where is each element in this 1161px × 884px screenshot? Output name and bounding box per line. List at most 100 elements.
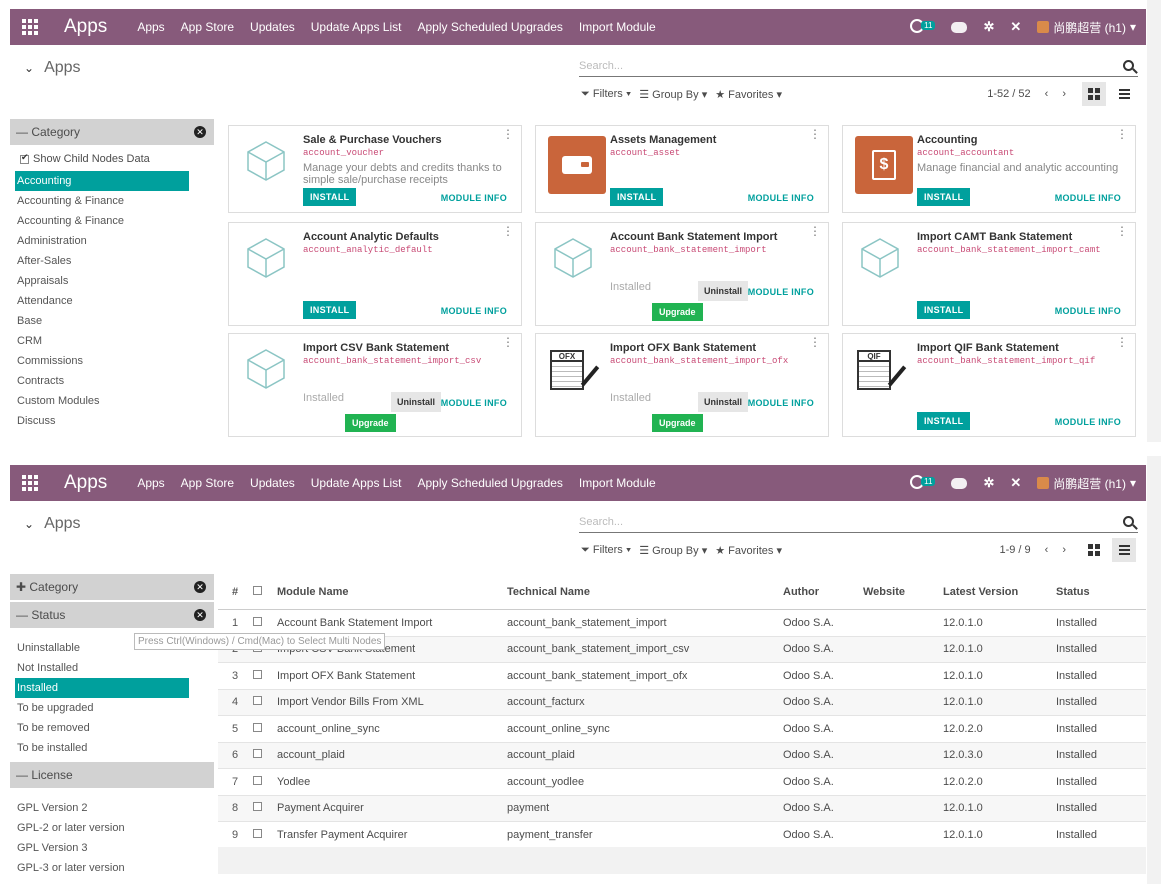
- upgrade-button[interactable]: Upgrade: [345, 414, 396, 432]
- sidebar-item-to-be-upgraded[interactable]: To be upgraded: [10, 698, 214, 718]
- uninstall-button[interactable]: Uninstall: [698, 392, 749, 412]
- menu-import-module[interactable]: Import Module: [579, 20, 656, 34]
- chat-icon[interactable]: [951, 477, 968, 489]
- sidebar-item[interactable]: Administration: [10, 231, 214, 251]
- kanban-view-button[interactable]: [1082, 538, 1106, 562]
- menu-update-apps-list[interactable]: Update Apps List: [311, 20, 402, 34]
- module-info-button[interactable]: MODULE INFO: [748, 287, 814, 297]
- col-module-name[interactable]: Module Name: [267, 586, 507, 598]
- pager-previous-icon[interactable]: ‹: [1045, 544, 1049, 556]
- module-card[interactable]: Import CSV Bank Statement account_bank_st…: [228, 333, 522, 437]
- show-child-nodes-checkbox[interactable]: Show Child Nodes Data: [10, 147, 214, 171]
- menu-apply-scheduled-upgrades[interactable]: Apply Scheduled Upgrades: [417, 476, 562, 490]
- uninstall-button[interactable]: Uninstall: [698, 281, 749, 301]
- upgrade-button[interactable]: Upgrade: [652, 414, 703, 432]
- row-select-checkbox[interactable]: [253, 802, 262, 812]
- row-select-checkbox[interactable]: [253, 722, 262, 732]
- kebab-menu-icon[interactable]: ⋮: [1116, 336, 1128, 348]
- chat-icon[interactable]: [951, 21, 968, 33]
- sidebar-item[interactable]: CRM: [10, 331, 214, 351]
- module-card[interactable]: $ Accounting account_accountant Manage fina…: [842, 125, 1136, 213]
- pager-next-icon[interactable]: ›: [1062, 88, 1066, 100]
- kebab-menu-icon[interactable]: ⋮: [502, 336, 514, 348]
- module-card[interactable]: Import CAMT Bank Statement account_bank_s…: [842, 222, 1136, 326]
- module-card[interactable]: Sale & Purchase Vouchers account_voucher M…: [228, 125, 522, 213]
- menu-updates[interactable]: Updates: [250, 476, 295, 490]
- menu-apps[interactable]: Apps: [137, 20, 164, 34]
- activity-button[interactable]: 11: [910, 474, 936, 492]
- clear-icon[interactable]: ✕: [194, 609, 206, 621]
- menu-updates[interactable]: Updates: [250, 20, 295, 34]
- install-button[interactable]: INSTALL: [917, 412, 971, 430]
- row-select-checkbox[interactable]: [253, 775, 262, 785]
- col-number[interactable]: #: [218, 586, 243, 598]
- search-input[interactable]: Search...: [579, 511, 1138, 533]
- module-info-button[interactable]: MODULE INFO: [748, 193, 814, 203]
- module-info-button[interactable]: MODULE INFO: [748, 398, 814, 408]
- module-card[interactable]: OFX Import OFX Bank Statement account_bank…: [535, 333, 829, 437]
- sidebar-item[interactable]: After-Sales: [10, 251, 214, 271]
- sidebar-item[interactable]: Commissions: [10, 351, 214, 371]
- group-by-button[interactable]: ☰ Group By ▾: [639, 88, 707, 101]
- kebab-menu-icon[interactable]: ⋮: [809, 225, 821, 237]
- install-button[interactable]: INSTALL: [303, 188, 357, 206]
- license-header[interactable]: — License: [10, 762, 214, 788]
- chevron-down-icon[interactable]: ⌄: [24, 517, 34, 531]
- row-select-checkbox[interactable]: [253, 828, 262, 838]
- filters-button[interactable]: ⏷ Filters ▾: [581, 544, 631, 557]
- menu-app-store[interactable]: App Store: [181, 476, 234, 490]
- pager-value[interactable]: 1-9 / 9: [999, 544, 1030, 556]
- sidebar-item[interactable]: Base: [10, 311, 214, 331]
- sidebar-item-installed[interactable]: Installed: [15, 678, 189, 698]
- search-icon[interactable]: [1123, 516, 1134, 527]
- category-header[interactable]: ✚ Category ✕: [10, 574, 214, 600]
- module-card[interactable]: Account Analytic Defaults account_analyti…: [228, 222, 522, 326]
- clear-icon[interactable]: ✕: [194, 581, 206, 593]
- chevron-down-icon[interactable]: ⌄: [24, 61, 34, 75]
- sidebar-item[interactable]: Custom Modules: [10, 391, 214, 411]
- install-button[interactable]: INSTALL: [303, 301, 357, 319]
- pager-previous-icon[interactable]: ‹: [1045, 88, 1049, 100]
- kebab-menu-icon[interactable]: ⋮: [809, 336, 821, 348]
- sidebar-item[interactable]: Accounting & Finance: [10, 211, 214, 231]
- sidebar-item-license[interactable]: GPL Version 3: [10, 838, 214, 858]
- kanban-view-button[interactable]: [1082, 82, 1106, 106]
- col-author[interactable]: Author: [783, 586, 863, 598]
- tools-icon[interactable]: ✕: [1010, 19, 1021, 35]
- menu-app-store[interactable]: App Store: [181, 20, 234, 34]
- table-row[interactable]: 4 Import Vendor Bills From XML account_fac…: [218, 689, 1146, 716]
- table-row[interactable]: 8 Payment Acquirer payment Odoo S.A. 12.0.1.…: [218, 795, 1146, 822]
- debug-icon[interactable]: ✲: [983, 19, 994, 35]
- activity-button[interactable]: 11: [910, 18, 936, 36]
- module-info-button[interactable]: MODULE INFO: [1055, 306, 1121, 316]
- sidebar-item-license[interactable]: GPL Version 2: [10, 798, 214, 818]
- search-icon[interactable]: [1123, 60, 1134, 71]
- kebab-menu-icon[interactable]: ⋮: [1116, 225, 1128, 237]
- sidebar-item-to-be-removed[interactable]: To be removed: [10, 718, 214, 738]
- favorites-button[interactable]: ★ Favorites ▾: [715, 544, 782, 557]
- table-row[interactable]: 7 Yodlee account_yodlee Odoo S.A. 12.0.2.0 In…: [218, 769, 1146, 796]
- col-latest-version[interactable]: Latest Version: [943, 586, 1056, 598]
- sidebar-item[interactable]: Attendance: [10, 291, 214, 311]
- module-card[interactable]: QIF Import QIF Bank Statement account_bank…: [842, 333, 1136, 437]
- pager-next-icon[interactable]: ›: [1062, 544, 1066, 556]
- app-brand[interactable]: Apps: [64, 16, 107, 38]
- row-select-checkbox[interactable]: [253, 749, 262, 759]
- filters-button[interactable]: ⏷ Filters ▾: [581, 88, 631, 101]
- app-brand[interactable]: Apps: [64, 472, 107, 494]
- user-menu[interactable]: 尚鹏超营 (h1) ▾: [1037, 19, 1136, 36]
- module-info-button[interactable]: MODULE INFO: [1055, 193, 1121, 203]
- sidebar-item-license[interactable]: GPL-2 or later version: [10, 818, 214, 838]
- menu-update-apps-list[interactable]: Update Apps List: [311, 476, 402, 490]
- row-select-checkbox[interactable]: [253, 669, 262, 679]
- col-status[interactable]: Status: [1056, 586, 1126, 598]
- module-info-button[interactable]: MODULE INFO: [1055, 417, 1121, 427]
- sidebar-item[interactable]: Appraisals: [10, 271, 214, 291]
- sidebar-item-not-installed[interactable]: Not Installed: [10, 658, 214, 678]
- kebab-menu-icon[interactable]: ⋮: [809, 128, 821, 140]
- list-view-button[interactable]: [1112, 82, 1136, 106]
- table-row[interactable]: 5 account_online_sync account_online_sync O…: [218, 716, 1146, 743]
- user-menu[interactable]: 尚鹏超营 (h1) ▾: [1037, 475, 1136, 492]
- module-card[interactable]: Account Bank Statement Import account_ban…: [535, 222, 829, 326]
- upgrade-button[interactable]: Upgrade: [652, 303, 703, 321]
